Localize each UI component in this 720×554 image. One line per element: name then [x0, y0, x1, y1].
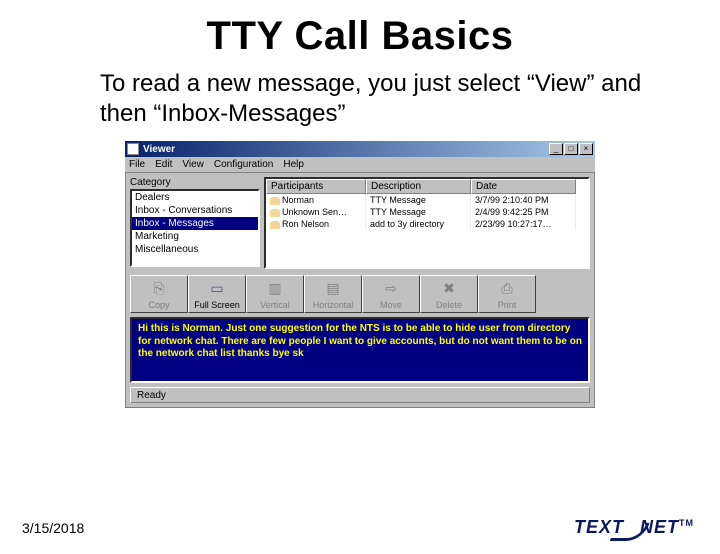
move-button[interactable]: ⇨Move	[362, 275, 420, 313]
vertical-button[interactable]: ▥Vertical	[246, 275, 304, 313]
list-item[interactable]: Miscellaneous	[132, 243, 258, 256]
status-text: Ready	[137, 390, 166, 401]
table-row[interactable]: Ron Nelson add to 3y directory 2/23/99 1…	[266, 218, 588, 230]
statusbar: Ready	[130, 387, 590, 403]
menu-help[interactable]: Help	[283, 159, 304, 170]
cell-participant: Unknown Sen…	[282, 207, 347, 217]
swoosh-icon	[610, 523, 650, 541]
cell-participant: Norman	[282, 195, 314, 205]
cell-date: 3/7/99 2:10:40 PM	[471, 194, 576, 206]
person-icon	[270, 209, 280, 217]
col-description[interactable]: Description	[366, 179, 471, 194]
table-row[interactable]: Unknown Sen… TTY Message 2/4/99 9:42:25 …	[266, 206, 588, 218]
category-list[interactable]: Dealers Inbox - Conversations Inbox - Me…	[130, 189, 260, 267]
cell-date: 2/23/99 10:27:17…	[471, 218, 576, 230]
window-title: Viewer	[143, 144, 548, 155]
move-icon: ⇨	[385, 276, 397, 300]
print-icon: ⎙	[501, 276, 512, 300]
maximize-button[interactable]: □	[564, 143, 578, 155]
footer-date: 3/15/2018	[22, 520, 84, 536]
menubar: File Edit View Configuration Help	[125, 157, 595, 173]
fullscreen-button[interactable]: ▭Full Screen	[188, 275, 246, 313]
minimize-button[interactable]: _	[549, 143, 563, 155]
cell-description: TTY Message	[366, 206, 471, 218]
viewer-window: Viewer _ □ × File Edit View Configuratio…	[125, 141, 595, 408]
message-grid[interactable]: Participants Description Date Norman TTY…	[264, 177, 590, 269]
cell-description: add to 3y directory	[366, 218, 471, 230]
textnet-logo: TEXTNETTM	[574, 517, 694, 538]
grid-header: Participants Description Date	[266, 179, 588, 194]
list-item[interactable]: Marketing	[132, 230, 258, 243]
person-icon	[270, 221, 280, 229]
cell-participant: Ron Nelson	[282, 219, 329, 229]
copy-button[interactable]: ⎘Copy	[130, 275, 188, 313]
titlebar: Viewer _ □ ×	[125, 141, 595, 157]
print-button[interactable]: ⎙Print	[478, 275, 536, 313]
delete-button[interactable]: ✖Delete	[420, 275, 478, 313]
cell-date: 2/4/99 9:42:25 PM	[471, 206, 576, 218]
workarea: Category Dealers Inbox - Conversations I…	[125, 173, 595, 408]
slide-title: TTY Call Basics	[0, 14, 720, 59]
horizontal-icon: ▤	[326, 276, 339, 300]
list-item[interactable]: Dealers	[132, 191, 258, 204]
list-item[interactable]: Inbox - Messages	[132, 217, 258, 230]
menu-edit[interactable]: Edit	[155, 159, 172, 170]
person-icon	[270, 197, 280, 205]
message-pane: Hi this is Norman. Just one suggestion f…	[130, 317, 590, 383]
horizontal-button[interactable]: ▤Horizontal	[304, 275, 362, 313]
cell-description: TTY Message	[366, 194, 471, 206]
category-label: Category	[130, 177, 260, 188]
table-row[interactable]: Norman TTY Message 3/7/99 2:10:40 PM	[266, 194, 588, 206]
fullscreen-icon: ▭	[210, 276, 223, 300]
menu-view[interactable]: View	[182, 159, 204, 170]
menu-file[interactable]: File	[129, 159, 145, 170]
menu-configuration[interactable]: Configuration	[214, 159, 273, 170]
col-participants[interactable]: Participants	[266, 179, 366, 194]
vertical-icon: ▥	[268, 276, 281, 300]
col-date[interactable]: Date	[471, 179, 576, 194]
list-item[interactable]: Inbox - Conversations	[132, 204, 258, 217]
toolbar: ⎘Copy ▭Full Screen ▥Vertical ▤Horizontal…	[130, 275, 590, 313]
app-icon	[127, 143, 139, 155]
close-button[interactable]: ×	[579, 143, 593, 155]
copy-icon: ⎘	[153, 276, 164, 300]
slide-body: To read a new message, you just select “…	[100, 69, 680, 129]
delete-icon: ✖	[443, 276, 455, 300]
